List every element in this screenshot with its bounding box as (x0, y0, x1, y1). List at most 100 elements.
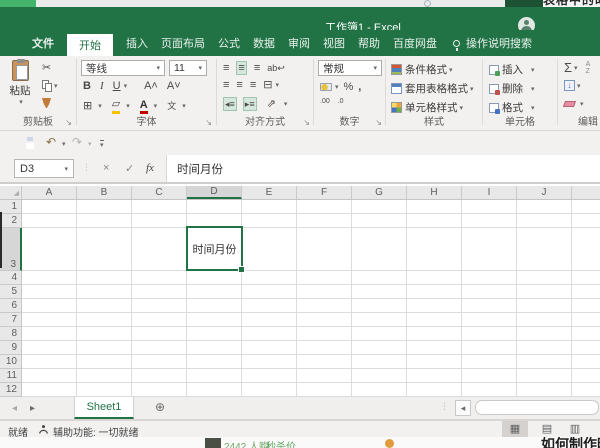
grid-row[interactable] (22, 228, 600, 271)
column-header-e[interactable]: E (242, 186, 297, 199)
tab-review[interactable]: 审阅 (288, 30, 310, 56)
tab-data[interactable]: 数据 (253, 30, 275, 56)
cut-button[interactable]: ✂ (42, 62, 51, 74)
row-header-9[interactable]: 9 (0, 341, 22, 355)
merge-center-button[interactable]: ⊟ (263, 79, 272, 91)
bold-button[interactable]: B (83, 80, 91, 92)
italic-button[interactable]: I (100, 80, 104, 92)
middle-align-button[interactable]: ≡ (236, 61, 246, 75)
top-align-button[interactable]: ≡ (223, 62, 229, 74)
grid-row[interactable] (22, 355, 600, 369)
fill-color-button[interactable]: ▱ (112, 98, 120, 114)
sheet-nav-right-icon[interactable]: ▸ (30, 397, 35, 420)
grid-row[interactable] (22, 313, 600, 327)
chevron-down-icon[interactable]: ▾ (88, 140, 92, 148)
phonetic-guide-button[interactable]: 文 (167, 100, 176, 112)
row-header-3-selected[interactable]: 3 (0, 228, 22, 271)
tab-baidu-netdisk[interactable]: 百度网盘 (393, 30, 437, 56)
tab-view[interactable]: 视图 (323, 30, 345, 56)
bottom-align-button[interactable]: ≡ (254, 62, 260, 74)
shrink-font-button[interactable]: A˅ (167, 80, 181, 92)
grid-row[interactable] (22, 285, 600, 299)
grow-font-button[interactable]: A˄ (144, 80, 158, 92)
view-page-break-button[interactable]: ▥ (562, 421, 588, 437)
format-painter-button[interactable] (42, 98, 51, 108)
decrease-indent-button[interactable]: ◂≡ (223, 97, 237, 111)
column-header-b[interactable]: B (77, 186, 132, 199)
grid-body[interactable] (22, 200, 600, 397)
column-header-g[interactable]: G (352, 186, 407, 199)
increase-decimal-button[interactable]: .00 (320, 98, 330, 105)
row-header-5[interactable]: 5 (0, 285, 22, 299)
grid-row[interactable] (22, 369, 600, 383)
insert-cells-button[interactable]: 插入▾ (489, 62, 535, 77)
column-header-c[interactable]: C (132, 186, 187, 199)
orientation-button[interactable]: ⇗ (267, 98, 276, 110)
align-right-button[interactable]: ≡ (250, 79, 256, 91)
underline-button[interactable]: U (113, 80, 121, 92)
row-header-2[interactable]: 2 (0, 214, 22, 228)
font-name-select[interactable]: 等线 ▾ (81, 60, 165, 76)
sheet-tab-sheet1[interactable]: Sheet1 (74, 397, 134, 419)
decrease-decimal-button[interactable]: .0 (338, 98, 344, 105)
delete-cells-button[interactable]: 删除▾ (489, 81, 535, 96)
grid-row[interactable] (22, 214, 600, 228)
tab-file[interactable]: 文件 (32, 30, 54, 56)
align-left-button[interactable]: ≡ (223, 79, 229, 91)
copy-button[interactable]: ▾ (42, 80, 58, 92)
name-box[interactable]: D3 ▾ (14, 159, 74, 178)
column-header-d-selected[interactable]: D (187, 186, 242, 199)
cancel-button[interactable]: × (103, 162, 109, 174)
borders-button[interactable]: ⊞ (83, 100, 92, 112)
sort-filter-icon-partial[interactable]: AZ (586, 61, 591, 75)
grid-row[interactable] (22, 299, 600, 313)
formula-input[interactable]: 时间月份 (166, 155, 600, 182)
grid-row[interactable] (22, 341, 600, 355)
row-header-11[interactable]: 11 (0, 369, 22, 383)
tabbar-resize-dots[interactable]: ⋮ (440, 401, 449, 412)
row-header-1[interactable]: 1 (0, 200, 22, 214)
comma-style-button[interactable]: , (358, 81, 361, 93)
horizontal-scrollbar-thumb[interactable] (475, 400, 599, 415)
column-header-j[interactable]: J (517, 186, 572, 199)
column-header-i[interactable]: I (462, 186, 517, 199)
row-header-8[interactable]: 8 (0, 327, 22, 341)
paste-button[interactable]: 粘贴 ▾ (8, 60, 32, 106)
grid-row[interactable] (22, 327, 600, 341)
scroll-left-button[interactable]: ◂ (455, 400, 471, 416)
format-as-table-button[interactable]: 套用表格格式▾ (391, 81, 474, 96)
dialog-launcher-icon[interactable]: ↘ (205, 119, 212, 127)
increase-indent-button[interactable]: ▸≡ (243, 97, 257, 111)
dialog-launcher-icon[interactable]: ↘ (65, 119, 72, 127)
redo-button[interactable]: ↷ (72, 136, 82, 148)
selected-cell-d3[interactable]: 时间月份 (186, 226, 243, 271)
select-all-corner[interactable]: ◢ (0, 186, 22, 199)
enter-button[interactable]: ✓ (125, 162, 134, 175)
tab-page-layout[interactable]: 页面布局 (161, 30, 205, 56)
column-header-f[interactable]: F (297, 186, 352, 199)
grid-row[interactable] (22, 383, 600, 397)
fill-handle[interactable] (239, 267, 244, 272)
row-header-12[interactable]: 12 (0, 383, 22, 397)
insert-function-button[interactable]: fx (146, 162, 154, 174)
tab-help[interactable]: 帮助 (358, 30, 380, 56)
dialog-launcher-icon[interactable]: ↘ (375, 119, 382, 127)
row-header-6[interactable]: 6 (0, 299, 22, 313)
wrap-text-button[interactable]: ab↩ (267, 62, 285, 74)
new-sheet-button[interactable]: ⊕ (153, 401, 167, 415)
grid-row[interactable] (22, 271, 600, 285)
center-button[interactable]: ≡ (236, 79, 242, 91)
undo-button[interactable]: ↶ (46, 136, 56, 148)
tell-me-search[interactable]: 操作说明搜索 (453, 30, 532, 56)
clear-button[interactable]: ▾ (564, 100, 584, 108)
grid-row[interactable] (22, 200, 600, 214)
row-header-7[interactable]: 7 (0, 313, 22, 327)
customize-qat-button[interactable]: ▾ (100, 140, 104, 149)
tab-home[interactable]: 开始 (67, 34, 113, 56)
column-header-h[interactable]: H (407, 186, 462, 199)
number-format-select[interactable]: 常规 ▾ (318, 60, 382, 76)
autosum-button[interactable]: Σ ▾ AZ (564, 61, 590, 75)
column-header-partial[interactable] (572, 186, 600, 199)
dialog-launcher-icon[interactable]: ↘ (303, 119, 310, 127)
chevron-down-icon[interactable]: ▾ (62, 140, 66, 148)
